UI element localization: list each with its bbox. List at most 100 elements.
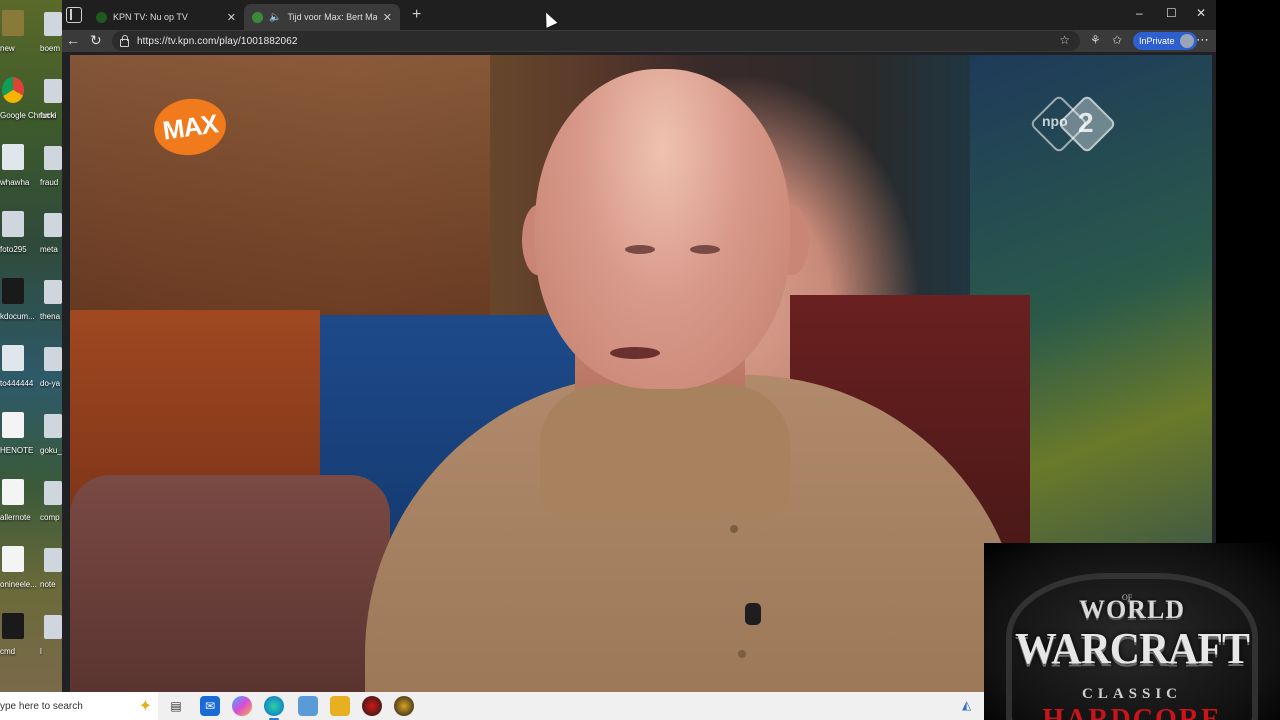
desktop-icon[interactable]: onineele... note [0,544,62,604]
tab-tijd-voor-max[interactable]: 🔈 Tijd voor Max: Bert Maalderink ✕ [244,4,400,30]
studio-wall [70,55,490,315]
desktop-icon-label: meta [40,245,58,254]
desktop-icon-label: goku_ [40,446,62,455]
file-icon [2,412,24,438]
desktop-icon-label: foto295 [0,245,27,254]
maximize-button[interactable]: ☐ [1166,6,1177,20]
file-icon [2,546,24,572]
desktop-icon-label: thena [40,312,61,321]
desktop-icon[interactable]: whawha fraud [0,142,62,202]
taskbar: ype here to search ✦ ▤ ✉ ◭ [0,692,984,720]
file-icon [44,79,62,103]
npo2-channel-logo: npo 2 [1029,94,1117,154]
navigation-bar: ← ↻ https://tv.kpn.com/play/1001882062 ☆… [62,30,1216,52]
guest-collar [540,385,790,515]
search-placeholder: ype here to search [0,700,83,712]
file-icon [44,548,62,572]
desktop-icon-label: fraud [40,178,59,187]
address-bar[interactable]: https://tv.kpn.com/play/1001882062 ☆ [112,31,1080,51]
close-window-button[interactable]: ✕ [1196,6,1206,20]
desktop-icon-label: cmd [0,647,16,656]
desktop-icon-label: to444444 [0,379,34,388]
file-icon [2,345,24,371]
desktop-icon-label: allernote [0,513,31,522]
taskbar-search-box[interactable]: ype here to search ✦ [0,692,158,720]
close-tab-icon[interactable]: ✕ [383,11,392,24]
file-icon [44,12,62,36]
shirt-button [738,650,746,658]
desktop-icon[interactable]: foto295 meta [0,209,62,269]
desktop-icon[interactable]: Google Chrome fucki [0,75,62,135]
sofa [70,475,390,692]
lapel-microphone [745,603,761,625]
desktop-icon-label: note [40,580,56,589]
guest-head [535,69,790,389]
settings-menu-button[interactable]: ⋯ [1196,32,1209,48]
desktop-icon-label: comp [40,513,60,522]
close-tab-icon[interactable]: ✕ [227,11,236,24]
desktop-icon[interactable]: new boem [0,8,62,68]
url-text: https://tv.kpn.com/play/1001882062 [137,35,298,47]
file-icon [44,615,62,639]
desktop-icon[interactable]: allernote comp [0,477,62,537]
favorite-star-icon[interactable]: ☆ [1059,33,1070,47]
new-tab-button[interactable]: + [412,6,421,24]
file-explorer-icon[interactable] [330,696,350,716]
file-icon [2,278,24,304]
game-launcher-icon[interactable] [394,696,414,716]
guest-eye [625,245,655,254]
desktop-icon[interactable]: HENOTE goku_ [0,410,62,470]
npo-logo-number: 2 [1078,107,1094,138]
desktop-icon-label: whawha [0,178,30,187]
file-icon [2,144,24,170]
npo-logo-text: npo [1042,113,1068,129]
file-icon [2,211,24,237]
speaker-icon[interactable]: 🔈 [269,12,281,23]
refresh-button[interactable]: ↻ [90,32,102,49]
wow-title-warcraft: WARCRAFT [1015,624,1250,673]
favorites-icon[interactable]: ✩ [1112,33,1122,47]
desktop-icon-label: boem [40,44,61,53]
lock-icon[interactable] [120,34,129,47]
file-icon [44,146,62,170]
tray-icon[interactable]: ◭ [962,698,971,712]
desktop-icon-label: kdocum... [0,312,35,321]
edge-icon[interactable] [264,696,284,720]
desktop-icon[interactable]: kdocum... thena [0,276,62,336]
tab-title: KPN TV: Nu op TV [113,12,188,22]
file-icon [2,10,24,36]
extensions-icon[interactable]: ⚘ [1090,33,1101,47]
copilot-sparkle-icon[interactable]: ✦ [139,696,152,716]
desktop-icon-label: l [40,647,42,656]
file-icon [44,213,62,237]
file-icon [2,77,24,103]
inprivate-badge[interactable]: InPrivate [1133,32,1197,50]
game-app-icon[interactable] [362,696,382,716]
wow-subtitle-classic: CLASSIC [1081,686,1183,702]
wow-overlay: WORLD OF WARCRAFT CLASSIC HARDCORE [984,543,1280,720]
desktop-background: new boem Google Chrome fucki whawha fraud foto… [0,0,62,692]
desktop-icon-label: fucki [40,111,57,120]
tab-title: Tijd voor Max: Bert Maalderink [287,12,377,22]
outlook-icon[interactable]: ✉ [200,696,220,716]
copilot-icon[interactable] [232,696,252,716]
desktop-icon-label: HENOTE [0,446,34,455]
minimize-button[interactable]: – [1136,6,1143,20]
shirt-button [730,525,738,533]
avatar [1179,34,1194,48]
desktop-icon-label: onineele... [0,580,37,589]
back-button[interactable]: ← [66,32,80,48]
desktop-icon-label: do-ya [40,379,61,388]
desktop-icon[interactable]: to444444 do-ya [0,343,62,403]
desktop-icon[interactable]: cmd l [0,611,62,671]
tab-kpn-tv[interactable]: KPN TV: Nu op TV ✕ [88,4,244,30]
task-view-icon[interactable]: ▤ [166,696,186,716]
tab-actions-icon[interactable] [66,7,82,23]
file-icon [44,280,62,304]
inprivate-label: InPrivate [1139,36,1175,46]
guest-eye [690,245,720,254]
file-icon [44,481,62,505]
file-icon [44,414,62,438]
kpn-favicon-icon [252,11,263,23]
files-app-icon[interactable] [298,696,318,716]
